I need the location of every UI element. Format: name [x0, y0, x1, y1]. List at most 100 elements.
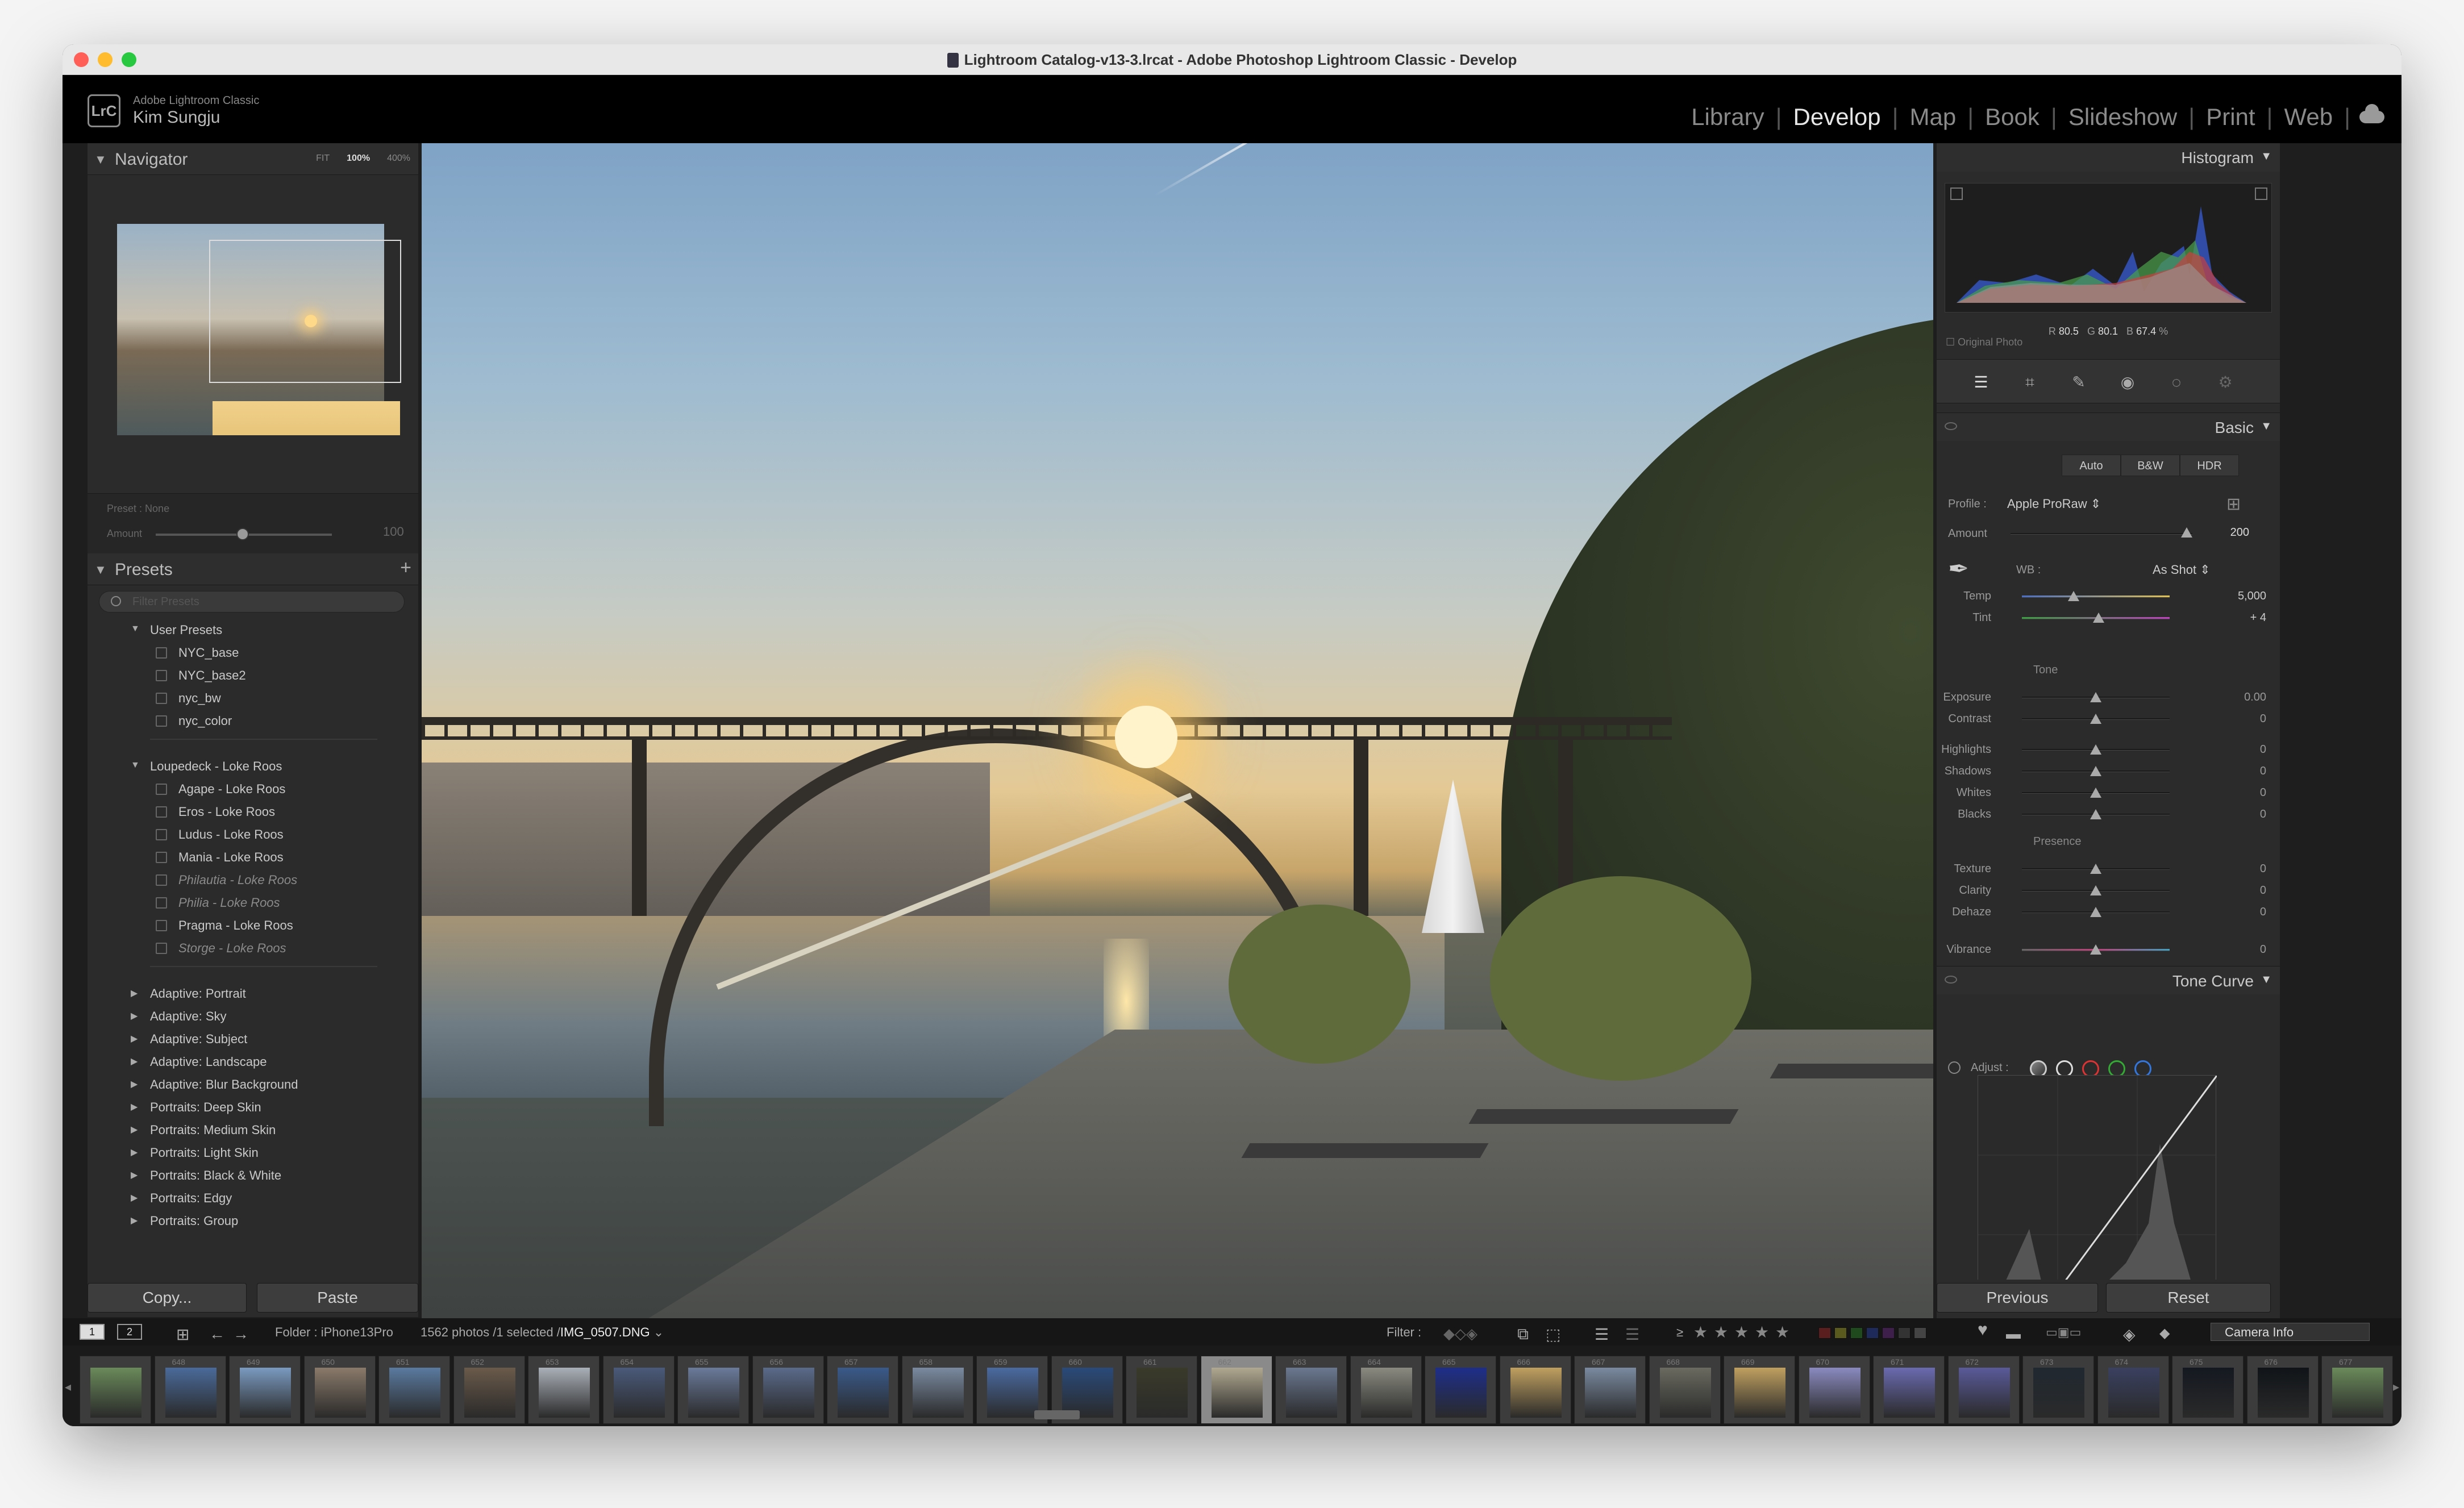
preset-item[interactable]: Ludus - Loke Roos: [156, 827, 284, 842]
target-adjust-icon[interactable]: [1948, 1061, 1961, 1074]
zoom-fit[interactable]: FIT: [316, 153, 330, 164]
filmstrip-left-arrow[interactable]: ◂: [65, 1380, 71, 1394]
zoom-400[interactable]: 400%: [387, 153, 410, 164]
exposure-value[interactable]: 0.00: [2221, 691, 2266, 704]
collapsed-triangle-icon[interactable]: ▶: [131, 1192, 138, 1203]
preset-item[interactable]: Philautia - Loke Roos: [156, 873, 297, 888]
virtual-copy-filter-icon[interactable]: ⧉: [1517, 1325, 1529, 1344]
preset-item[interactable]: Eros - Loke Roos: [156, 805, 275, 819]
stack-icon[interactable]: ◈: [2123, 1325, 2136, 1344]
clarity-value[interactable]: 0: [2221, 884, 2266, 897]
histogram-header[interactable]: Histogram ▼: [1937, 143, 2280, 172]
purple-label-swatch[interactable]: [1882, 1327, 1895, 1339]
crop-icon[interactable]: ⌗: [2020, 372, 2040, 393]
bw-button[interactable]: B&W: [2121, 455, 2180, 476]
star-rating-icon[interactable]: ★: [1714, 1323, 1728, 1342]
metadata-preset-select[interactable]: Camera Info: [2211, 1323, 2370, 1341]
preset-item[interactable]: Pragma - Loke Roos: [156, 918, 293, 933]
filmstrip-thumbnail[interactable]: 663: [1275, 1356, 1347, 1424]
star-rating-icon[interactable]: ★: [1734, 1323, 1749, 1342]
tint-slider-knob[interactable]: [2093, 613, 2105, 623]
collapsed-triangle-icon[interactable]: ▶: [131, 1078, 138, 1090]
preset-group[interactable]: Portraits: Deep Skin ▶: [131, 1100, 261, 1115]
filmstrip-thumbnail[interactable]: 662: [1200, 1356, 1272, 1424]
filmstrip-thumbnail[interactable]: 674: [2097, 1356, 2169, 1424]
no-label-swatch[interactable]: [1914, 1327, 1926, 1339]
star-rating-icon[interactable]: ★: [1775, 1323, 1789, 1342]
reset-button[interactable]: Reset: [2106, 1283, 2271, 1313]
comment-icon[interactable]: ▬: [2006, 1325, 2021, 1343]
preset-group[interactable]: Adaptive: Blur Background ▶: [131, 1077, 298, 1092]
red-label-swatch[interactable]: [1818, 1327, 1831, 1339]
filmstrip-thumbnail[interactable]: 648: [154, 1356, 226, 1424]
amount-slider-track[interactable]: [2011, 533, 2192, 535]
blacks-value[interactable]: 0: [2221, 808, 2266, 821]
preset-item[interactable]: Storge - Loke Roos: [156, 941, 286, 956]
filmstrip-thumbnail[interactable]: 671: [1873, 1356, 1945, 1424]
collapsed-triangle-icon[interactable]: ▶: [131, 1215, 138, 1226]
custom-label-swatch[interactable]: [1898, 1327, 1911, 1339]
photo-canvas[interactable]: [422, 143, 1933, 1318]
main-window-button[interactable]: 1: [80, 1324, 105, 1340]
collapsed-triangle-icon[interactable]: ▶: [131, 1147, 138, 1158]
preset-item[interactable]: Agape - Loke Roos: [156, 782, 285, 797]
preset-group[interactable]: Adaptive: Sky ▶: [131, 1009, 227, 1024]
clarity-slider-knob[interactable]: [2090, 885, 2101, 895]
amount-slider-knob[interactable]: [2181, 527, 2192, 538]
healing-eraser-icon[interactable]: ✎: [2068, 372, 2089, 393]
profile-browser-icon[interactable]: ⊞: [2226, 494, 2241, 514]
dehaze-value[interactable]: 0: [2221, 906, 2266, 919]
vibrance-slider-knob[interactable]: [2090, 944, 2101, 955]
preset-item[interactable]: NYC_base: [156, 645, 239, 660]
gear-icon[interactable]: ⚙: [2215, 372, 2236, 393]
navigator-view-frame[interactable]: [209, 240, 401, 383]
blue-label-swatch[interactable]: [1866, 1327, 1879, 1339]
preset-group-user[interactable]: User Presets ▼: [131, 623, 222, 638]
master-filter-icon[interactable]: ⬚: [1546, 1325, 1560, 1344]
flag-filter-icons[interactable]: ◆◇◈: [1443, 1325, 1477, 1343]
preset-item[interactable]: nyc_color: [156, 714, 232, 728]
highlights-slider-knob[interactable]: [2090, 744, 2101, 755]
filmstrip-thumbnail[interactable]: 649: [229, 1356, 301, 1424]
preset-item[interactable]: nyc_bw: [156, 691, 221, 706]
visibility-eye-icon[interactable]: [1945, 976, 1957, 984]
filmstrip-thumbnail[interactable]: 676: [2246, 1356, 2319, 1424]
collapsed-triangle-icon[interactable]: ▶: [131, 1056, 138, 1067]
module-library[interactable]: Library: [1680, 103, 1775, 131]
preset-group-loupedeck[interactable]: Loupedeck - Loke Roos ▼: [131, 759, 282, 774]
original-photo-checkbox[interactable]: ☐ Original Photo: [1946, 336, 2022, 348]
texture-value[interactable]: 0: [2221, 863, 2266, 876]
filmstrip-thumbnail[interactable]: 655: [677, 1356, 749, 1424]
filmstrip-right-arrow[interactable]: ▸: [2393, 1380, 2399, 1394]
wb-dropdown[interactable]: As Shot ⇕: [2153, 563, 2211, 577]
selected-filename[interactable]: IMG_0507.DNG: [560, 1325, 650, 1339]
kind-filter-icons[interactable]: ▭▣▭: [2046, 1325, 2081, 1340]
filmstrip-thumbnail[interactable]: 665: [1425, 1356, 1496, 1424]
preset-group[interactable]: Portraits: Medium Skin ▶: [131, 1123, 276, 1138]
visibility-eye-icon[interactable]: [1945, 422, 1957, 430]
collapsed-triangle-icon[interactable]: ▶: [131, 1033, 138, 1044]
filmstrip-thumbnail[interactable]: 669: [1724, 1356, 1795, 1424]
shadow-clipping-icon[interactable]: [1950, 188, 1963, 200]
presets-header[interactable]: ▼ Presets +: [88, 553, 418, 585]
vibrance-value[interactable]: 0: [2221, 943, 2266, 956]
collapsed-triangle-icon[interactable]: ▶: [131, 1010, 138, 1022]
module-map[interactable]: Map: [1899, 103, 1968, 131]
filmstrip-thumbnail[interactable]: 654: [602, 1356, 675, 1424]
temp-slider-track[interactable]: [2022, 595, 2170, 598]
filmstrip-thumbnail[interactable]: 666: [1499, 1356, 1571, 1424]
collapsed-triangle-icon[interactable]: ▶: [131, 1124, 138, 1135]
collapsed-triangle-icon[interactable]: ▶: [131, 1169, 138, 1181]
expanded-triangle-icon[interactable]: ▼: [131, 624, 140, 634]
filmstrip-scrollbar[interactable]: [1034, 1410, 1080, 1419]
edited-filter-icon[interactable]: ☰: [1595, 1325, 1609, 1344]
red-eye-icon[interactable]: ◉: [2117, 372, 2138, 393]
filmstrip-thumbnail[interactable]: 673: [2022, 1356, 2094, 1424]
module-web[interactable]: Web: [2272, 103, 2344, 131]
secondary-window-button[interactable]: 2: [117, 1324, 142, 1340]
profile-dropdown[interactable]: Apple ProRaw ⇕: [2007, 497, 2101, 511]
forward-arrow-icon[interactable]: →: [233, 1325, 249, 1343]
contrast-value[interactable]: 0: [2221, 713, 2266, 726]
star-rating-icon[interactable]: ★: [1693, 1323, 1708, 1342]
filmstrip-thumbnail[interactable]: 675: [2172, 1356, 2244, 1424]
